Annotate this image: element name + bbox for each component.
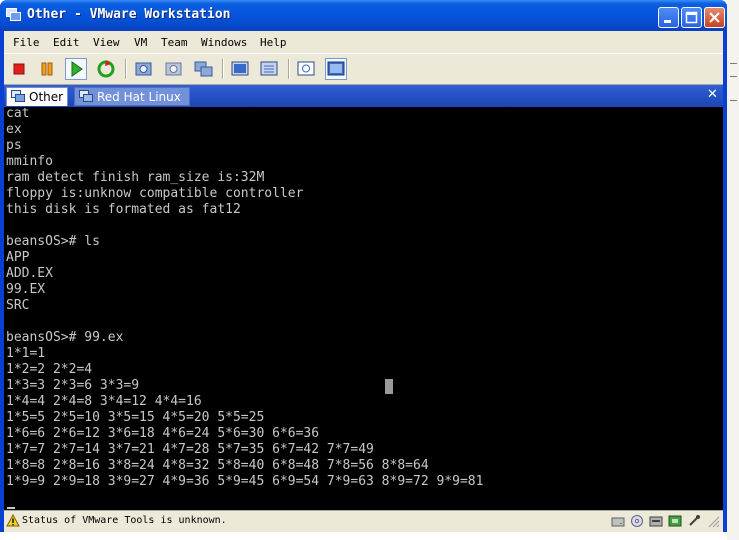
console-line: 1*4=4 2*4=8 3*4=12 4*4=16	[6, 394, 202, 409]
title-bar[interactable]: Other - VMware Workstation	[0, 0, 727, 31]
desktop-edge	[727, 0, 739, 540]
snapshot-icon	[135, 62, 152, 76]
tab-other[interactable]: Other	[6, 87, 68, 106]
resize-grip-icon[interactable]	[706, 514, 720, 528]
power-on-button[interactable]	[65, 58, 87, 80]
quick-switch-icon	[260, 61, 278, 76]
console-line: 1*2=2 2*2=4	[6, 362, 93, 377]
menu-bar: File Edit View VM Team Windows Help	[4, 31, 723, 53]
suspend-button[interactable]	[36, 58, 58, 80]
console-line: 1*5=5 2*5=10 3*5=15 4*5=20 5*5=25	[6, 410, 265, 425]
vmware-app-icon	[6, 8, 21, 21]
pause-icon	[41, 62, 53, 76]
console-line: ps	[6, 138, 22, 153]
tab-label: Red Hat Linux	[97, 90, 181, 104]
menu-view[interactable]: View	[93, 36, 120, 49]
console-line: mminfo	[6, 154, 53, 169]
text-cursor	[7, 507, 15, 509]
close-tab-icon[interactable]: ✕	[707, 87, 718, 102]
reset-icon	[97, 60, 115, 78]
stop-icon	[13, 63, 25, 75]
menu-edit[interactable]: Edit	[53, 36, 80, 49]
console-line: 1*6=6 2*6=12 3*6=18 4*6=24 5*6=30 6*6=36	[6, 426, 320, 441]
status-bar: Status of VMware Tools is unknown.	[4, 510, 723, 532]
console-line: 1*7=7 2*7=14 3*7=21 4*7=28 5*7=35 6*7=42…	[6, 442, 374, 457]
toolbar	[4, 53, 723, 85]
console-line: cat	[6, 107, 30, 121]
close-icon	[709, 12, 720, 23]
console-line: beansOS># ls	[6, 234, 100, 249]
snapshot-manager-button[interactable]	[193, 58, 215, 80]
console-line: 1*9=9 2*9=18 3*9=27 4*9=36 5*9=45 6*9=54…	[6, 474, 484, 489]
console-line: this disk is formated as fat12	[6, 202, 241, 217]
console-view-button[interactable]	[325, 58, 347, 80]
tab-label: Other	[29, 90, 64, 104]
tab-red-hat-linux[interactable]: Red Hat Linux	[74, 87, 190, 106]
minimize-icon	[664, 20, 671, 23]
console-line: 1*8=8 2*8=16 3*8=24 4*8=32 5*8=40 6*8=48…	[6, 458, 429, 473]
revert-snapshot-button[interactable]	[163, 58, 185, 80]
status-message[interactable]: Status of VMware Tools is unknown.	[22, 515, 227, 526]
menu-vm[interactable]: VM	[134, 36, 147, 49]
console-line: SRC	[6, 298, 30, 313]
console-line: 99.EX	[6, 282, 46, 297]
quick-switch-button[interactable]	[258, 58, 280, 80]
usb-icon[interactable]	[687, 514, 701, 528]
tab-bar: Other Red Hat Linux ✕	[4, 85, 723, 107]
full-screen-button[interactable]	[229, 58, 251, 80]
snapshot-manager-icon	[194, 61, 213, 77]
cdrom-icon[interactable]	[630, 514, 644, 528]
minimize-button[interactable]	[658, 7, 679, 28]
console-line: APP	[6, 250, 30, 265]
window-title: Other - VMware Workstation	[27, 7, 231, 22]
client-area: File Edit View VM Team Windows Help Othe…	[4, 31, 723, 532]
close-button[interactable]	[704, 7, 725, 28]
floppy-icon[interactable]	[649, 514, 663, 528]
menu-team[interactable]: Team	[161, 36, 188, 49]
vmware-window: Other - VMware Workstation File Edit Vie…	[0, 0, 727, 532]
console-line: ADD.EX	[6, 266, 53, 281]
hard-disk-icon[interactable]	[611, 514, 625, 528]
full-screen-icon	[231, 61, 249, 76]
console-view-icon	[327, 61, 345, 76]
menu-help[interactable]: Help	[260, 36, 287, 49]
vm-console[interactable]: cat ex ps mminfo ram detect finish ram_s…	[4, 107, 723, 511]
menu-windows[interactable]: Windows	[201, 36, 247, 49]
desktop-mark	[730, 76, 737, 77]
warning-icon	[6, 514, 20, 527]
vm-tab-icon	[11, 90, 25, 102]
toolbar-separator	[222, 59, 224, 79]
power-off-button[interactable]	[8, 58, 30, 80]
summary-view-button[interactable]	[295, 58, 317, 80]
desktop-mark	[730, 100, 737, 101]
console-line: 1*3=3 2*3=6 3*3=9	[6, 378, 140, 393]
play-icon	[71, 61, 83, 77]
menu-file[interactable]: File	[13, 36, 40, 49]
vm-tab-icon	[79, 90, 93, 102]
toolbar-separator	[125, 59, 127, 79]
take-snapshot-button[interactable]	[133, 58, 155, 80]
desktop-mark	[730, 63, 737, 64]
console-line: floppy is:unknow compatible controller	[6, 186, 304, 201]
console-line: 1*1=1	[6, 346, 46, 361]
revert-snapshot-icon	[165, 62, 182, 76]
console-line: ex	[6, 122, 22, 137]
reset-button[interactable]	[95, 58, 117, 80]
mouse-cursor-block	[385, 379, 393, 394]
maximize-icon	[685, 11, 698, 24]
maximize-button[interactable]	[681, 7, 702, 28]
console-line: beansOS># 99.ex	[6, 330, 124, 345]
console-line: ram detect finish ram_size is:32M	[6, 170, 265, 185]
toolbar-separator	[288, 59, 290, 79]
network-adapter-icon[interactable]	[668, 514, 682, 528]
summary-view-icon	[297, 61, 315, 76]
